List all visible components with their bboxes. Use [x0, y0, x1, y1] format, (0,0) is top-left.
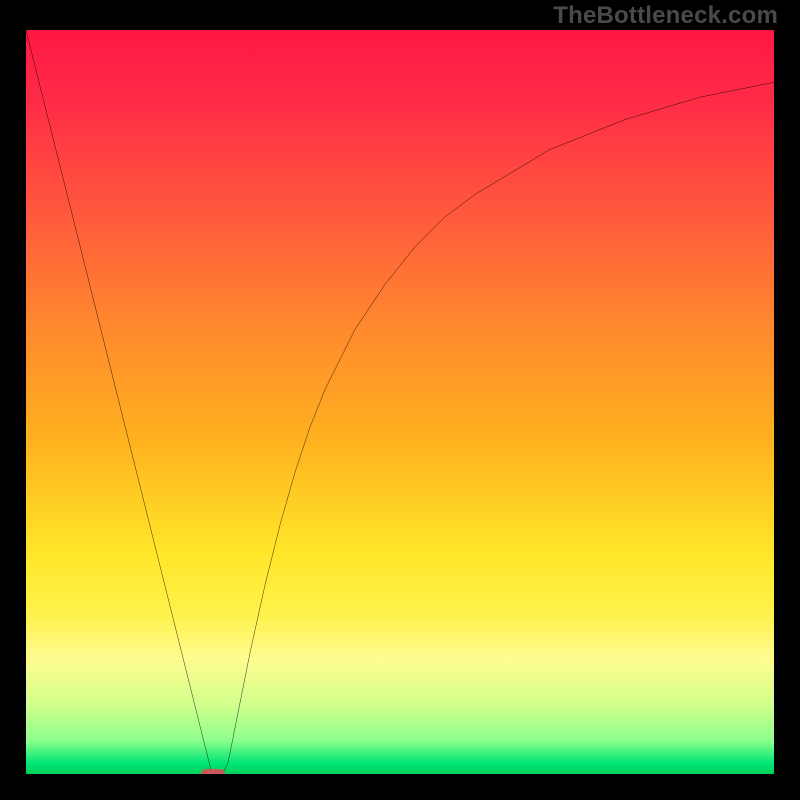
optimal-point-marker	[201, 769, 225, 774]
chart-frame: TheBottleneck.com	[0, 0, 800, 800]
plot-area	[26, 30, 774, 774]
background-gradient	[26, 30, 774, 774]
watermark-text: TheBottleneck.com	[553, 2, 778, 30]
